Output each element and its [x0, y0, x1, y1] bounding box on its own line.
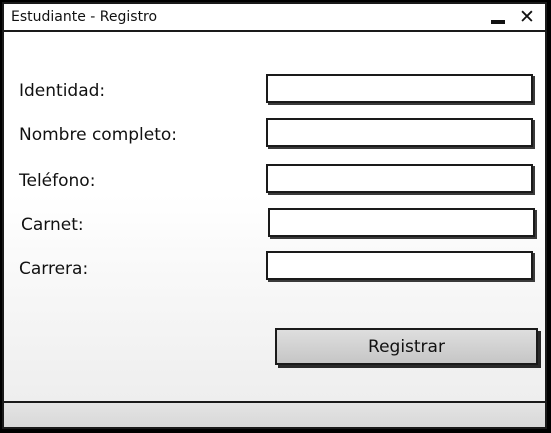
nombre-completo-label: Nombre completo:	[19, 125, 178, 145]
registrar-button[interactable]: Registrar	[275, 328, 538, 365]
window-title: Estudiante - Registro	[11, 9, 158, 25]
registration-window: Estudiante - Registro ✕ Identidad: Nombr…	[2, 2, 547, 429]
identidad-field[interactable]	[266, 74, 533, 103]
carrera-field[interactable]	[266, 251, 533, 280]
telefono-label: Teléfono:	[19, 171, 96, 191]
carrera-label: Carrera:	[19, 259, 89, 279]
close-icon[interactable]: ✕	[517, 6, 537, 28]
carnet-label: Carnet:	[21, 215, 84, 235]
status-bar	[4, 401, 545, 427]
telefono-field[interactable]	[266, 164, 533, 193]
minimize-icon[interactable]	[491, 20, 505, 24]
identidad-label: Identidad:	[19, 81, 106, 101]
nombre-completo-field[interactable]	[266, 118, 533, 147]
title-bar: Estudiante - Registro ✕	[4, 4, 545, 32]
carnet-field[interactable]	[268, 208, 535, 237]
